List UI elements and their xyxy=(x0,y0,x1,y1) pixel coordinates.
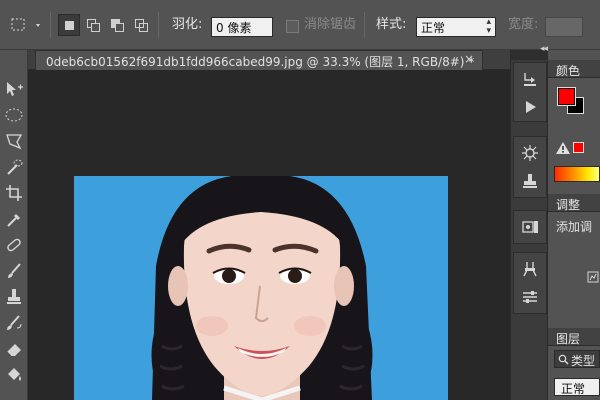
lasso-tool[interactable] xyxy=(3,130,25,152)
clone-source-panel-button[interactable] xyxy=(519,170,541,192)
feather-label: 羽化: xyxy=(172,17,203,32)
color-ramp[interactable] xyxy=(554,166,600,182)
portrait-photo xyxy=(74,176,448,400)
layers-filter-label: 类型 xyxy=(571,354,596,368)
tool-presets-icon xyxy=(523,262,537,277)
quick-selection-tool[interactable] xyxy=(3,156,25,178)
document-image[interactable] xyxy=(74,176,448,400)
canvas-area[interactable] xyxy=(28,70,510,400)
options-bar: 羽化: 0 像素 消除锯齿 样式: 正常 ▴ ▾ 宽度: xyxy=(0,0,600,50)
rect-marquee-preset-icon xyxy=(11,18,40,31)
search-icon xyxy=(558,354,569,365)
document-tab[interactable]: 0deb6cb01562f691db1fdd966cabed99.jpg @ 3… xyxy=(35,50,483,70)
antialias-label: 消除锯齿 xyxy=(304,17,357,32)
tab-adjustments[interactable]: 调整 xyxy=(548,194,600,212)
layers-filter-select[interactable]: 类型 xyxy=(554,350,600,368)
eraser-icon xyxy=(6,344,21,357)
paint-bucket-icon xyxy=(8,368,21,381)
elliptical-marquee-tool[interactable] xyxy=(3,104,25,126)
brush-settings-icon xyxy=(522,145,538,161)
tab-color[interactable]: 颜色 xyxy=(548,60,600,78)
gamut-warning-swatch[interactable] xyxy=(573,142,584,153)
width-input[interactable] xyxy=(545,17,583,37)
subtract-from-selection-button[interactable] xyxy=(106,14,128,36)
close-icon[interactable]: × xyxy=(464,52,474,66)
document-tab-strip: 0deb6cb01562f691db1fdd966cabed99.jpg @ 3… xyxy=(28,50,510,70)
eyedropper-icon xyxy=(7,214,20,227)
add-adjustment-label: 添加调 xyxy=(556,220,593,234)
intersect-selection-button[interactable] xyxy=(130,14,152,36)
quick-selection-icon xyxy=(7,159,23,175)
new-selection-button[interactable] xyxy=(58,14,80,36)
tab-color-label: 颜色 xyxy=(556,64,581,78)
brush-icon xyxy=(8,263,21,278)
elliptical-marquee-icon xyxy=(5,108,23,122)
gamut-warning-icon xyxy=(556,142,570,154)
feather-input[interactable]: 0 像素 xyxy=(211,17,273,37)
history-panel-button[interactable] xyxy=(519,68,541,90)
options-separator xyxy=(50,12,51,38)
tab-adjustments-label: 调整 xyxy=(556,198,581,212)
healing-brush-icon xyxy=(7,238,21,252)
crop-icon xyxy=(6,185,22,201)
clone-source-icon xyxy=(523,174,537,188)
layers-blend-mode-value: 正常 xyxy=(561,382,586,396)
foreground-color-swatch[interactable] xyxy=(557,87,576,106)
tab-layers[interactable]: 图层 xyxy=(548,328,600,346)
document-tab-title: 0deb6cb01562f691db1fdd966cabed99.jpg @ 3… xyxy=(46,55,475,69)
collapse-panels-icon[interactable]: ◂◂ xyxy=(540,44,548,54)
select-arrows-icon: ▴ ▾ xyxy=(486,17,491,36)
tool-preset-picker[interactable] xyxy=(8,14,44,36)
tab-layers-label: 图层 xyxy=(556,332,581,346)
layers-blend-mode-select[interactable]: 正常 xyxy=(554,378,600,396)
lasso-icon xyxy=(6,134,23,150)
history-brush-icon xyxy=(7,315,22,330)
layer-comps-panel-button[interactable] xyxy=(519,216,541,238)
properties-panel-button[interactable] xyxy=(519,286,541,308)
layer-comps-icon xyxy=(522,221,538,233)
history-icon xyxy=(524,73,536,86)
actions-play-icon xyxy=(526,101,536,113)
healing-brush-tool[interactable] xyxy=(3,234,25,256)
options-separator xyxy=(364,12,365,38)
width-label: 宽度: xyxy=(508,17,539,32)
new-selection-icon xyxy=(65,21,74,30)
style-select[interactable]: 正常 ▴ ▾ xyxy=(416,17,496,37)
history-brush-tool[interactable] xyxy=(3,312,25,334)
paint-bucket-tool[interactable] xyxy=(3,364,25,386)
adjustment-levels-icon[interactable] xyxy=(586,270,600,284)
options-separator xyxy=(158,12,159,38)
antialias-checkbox[interactable] xyxy=(286,20,299,33)
style-select-value: 正常 xyxy=(421,21,446,35)
clone-stamp-tool[interactable] xyxy=(3,286,25,308)
move-tool[interactable] xyxy=(3,78,25,100)
tool-presets-panel-button[interactable] xyxy=(519,258,541,280)
panel-dock-strip xyxy=(510,50,548,400)
right-panels: 颜色 调整 添加调 图层 类型 正常 xyxy=(548,50,600,400)
crop-tool[interactable] xyxy=(3,182,25,204)
eraser-tool[interactable] xyxy=(3,338,25,360)
style-label: 样式: xyxy=(376,17,407,32)
move-icon xyxy=(7,82,23,96)
clone-stamp-icon xyxy=(7,289,21,304)
tools-panel xyxy=(0,50,28,400)
eyedropper-tool[interactable] xyxy=(3,208,25,230)
brush-settings-panel-button[interactable] xyxy=(519,142,541,164)
actions-panel-button[interactable] xyxy=(519,96,541,118)
brush-tool[interactable] xyxy=(3,260,25,282)
properties-icon xyxy=(523,291,537,303)
add-to-selection-button[interactable] xyxy=(82,14,104,36)
